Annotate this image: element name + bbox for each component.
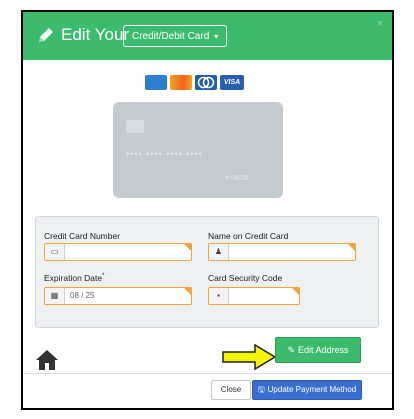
card-number-mask: •••• •••• •••• •••• xyxy=(126,149,203,159)
edit-icon: ✎ xyxy=(287,345,295,355)
diners-club-icon xyxy=(195,75,217,90)
security-code-label: Card Security Code xyxy=(208,273,283,283)
discover-icon xyxy=(170,75,192,90)
lock-icon: ▪ xyxy=(209,288,229,304)
credit-card-icon: ▭ xyxy=(45,244,65,260)
expiration-date-label: Expiration Date* xyxy=(44,273,105,283)
card-preview: •••• •••• •••• •••• ≡ 08/25 xyxy=(113,102,283,198)
update-payment-method-button[interactable]: 🖫 Update Payment Method xyxy=(252,380,362,400)
footer-divider xyxy=(23,373,392,374)
payment-type-select[interactable]: Credit/Debit Card ▾ xyxy=(123,25,228,47)
card-expiry: ≡ 08/25 xyxy=(225,175,249,182)
edit-address-button[interactable]: ✎ Edit Address xyxy=(275,337,361,363)
card-number-label: Credit Card Number xyxy=(44,231,121,241)
calendar-icon: ▦ xyxy=(45,288,65,304)
visa-icon: VISA xyxy=(220,75,244,90)
chevron-down-icon: ▾ xyxy=(214,32,219,41)
expiration-date-value: 08 / 25 xyxy=(70,291,95,300)
name-on-card-label: Name on Credit Card xyxy=(208,231,289,241)
close-button[interactable]: Close xyxy=(211,380,251,400)
expiration-date-field[interactable]: ▦ 08 / 25 xyxy=(44,287,192,305)
name-on-card-field[interactable]: ♟ xyxy=(208,243,356,261)
user-icon: ♟ xyxy=(209,244,229,260)
card-number-field[interactable]: ▭ xyxy=(44,243,192,261)
payment-modal: Edit Your Credit/Debit Card ▾ × VISA ••••… xyxy=(21,10,394,410)
pencil-icon xyxy=(39,28,53,42)
card-brand-logos: VISA xyxy=(145,75,244,91)
close-icon[interactable]: × xyxy=(377,18,383,30)
save-icon: 🖫 xyxy=(257,385,265,394)
modal-title: Edit Your xyxy=(61,25,130,44)
card-form: Credit Card Number ▭ Name on Credit Card… xyxy=(35,216,379,328)
security-code-field[interactable]: ▪ xyxy=(208,287,300,305)
amex-icon xyxy=(145,75,167,90)
payment-type-value: Credit/Debit Card xyxy=(132,31,210,42)
card-chip-icon xyxy=(126,120,144,133)
arrow-right-icon xyxy=(222,343,277,371)
modal-header: Edit Your Credit/Debit Card ▾ × xyxy=(23,12,392,60)
home-icon[interactable] xyxy=(35,349,59,371)
